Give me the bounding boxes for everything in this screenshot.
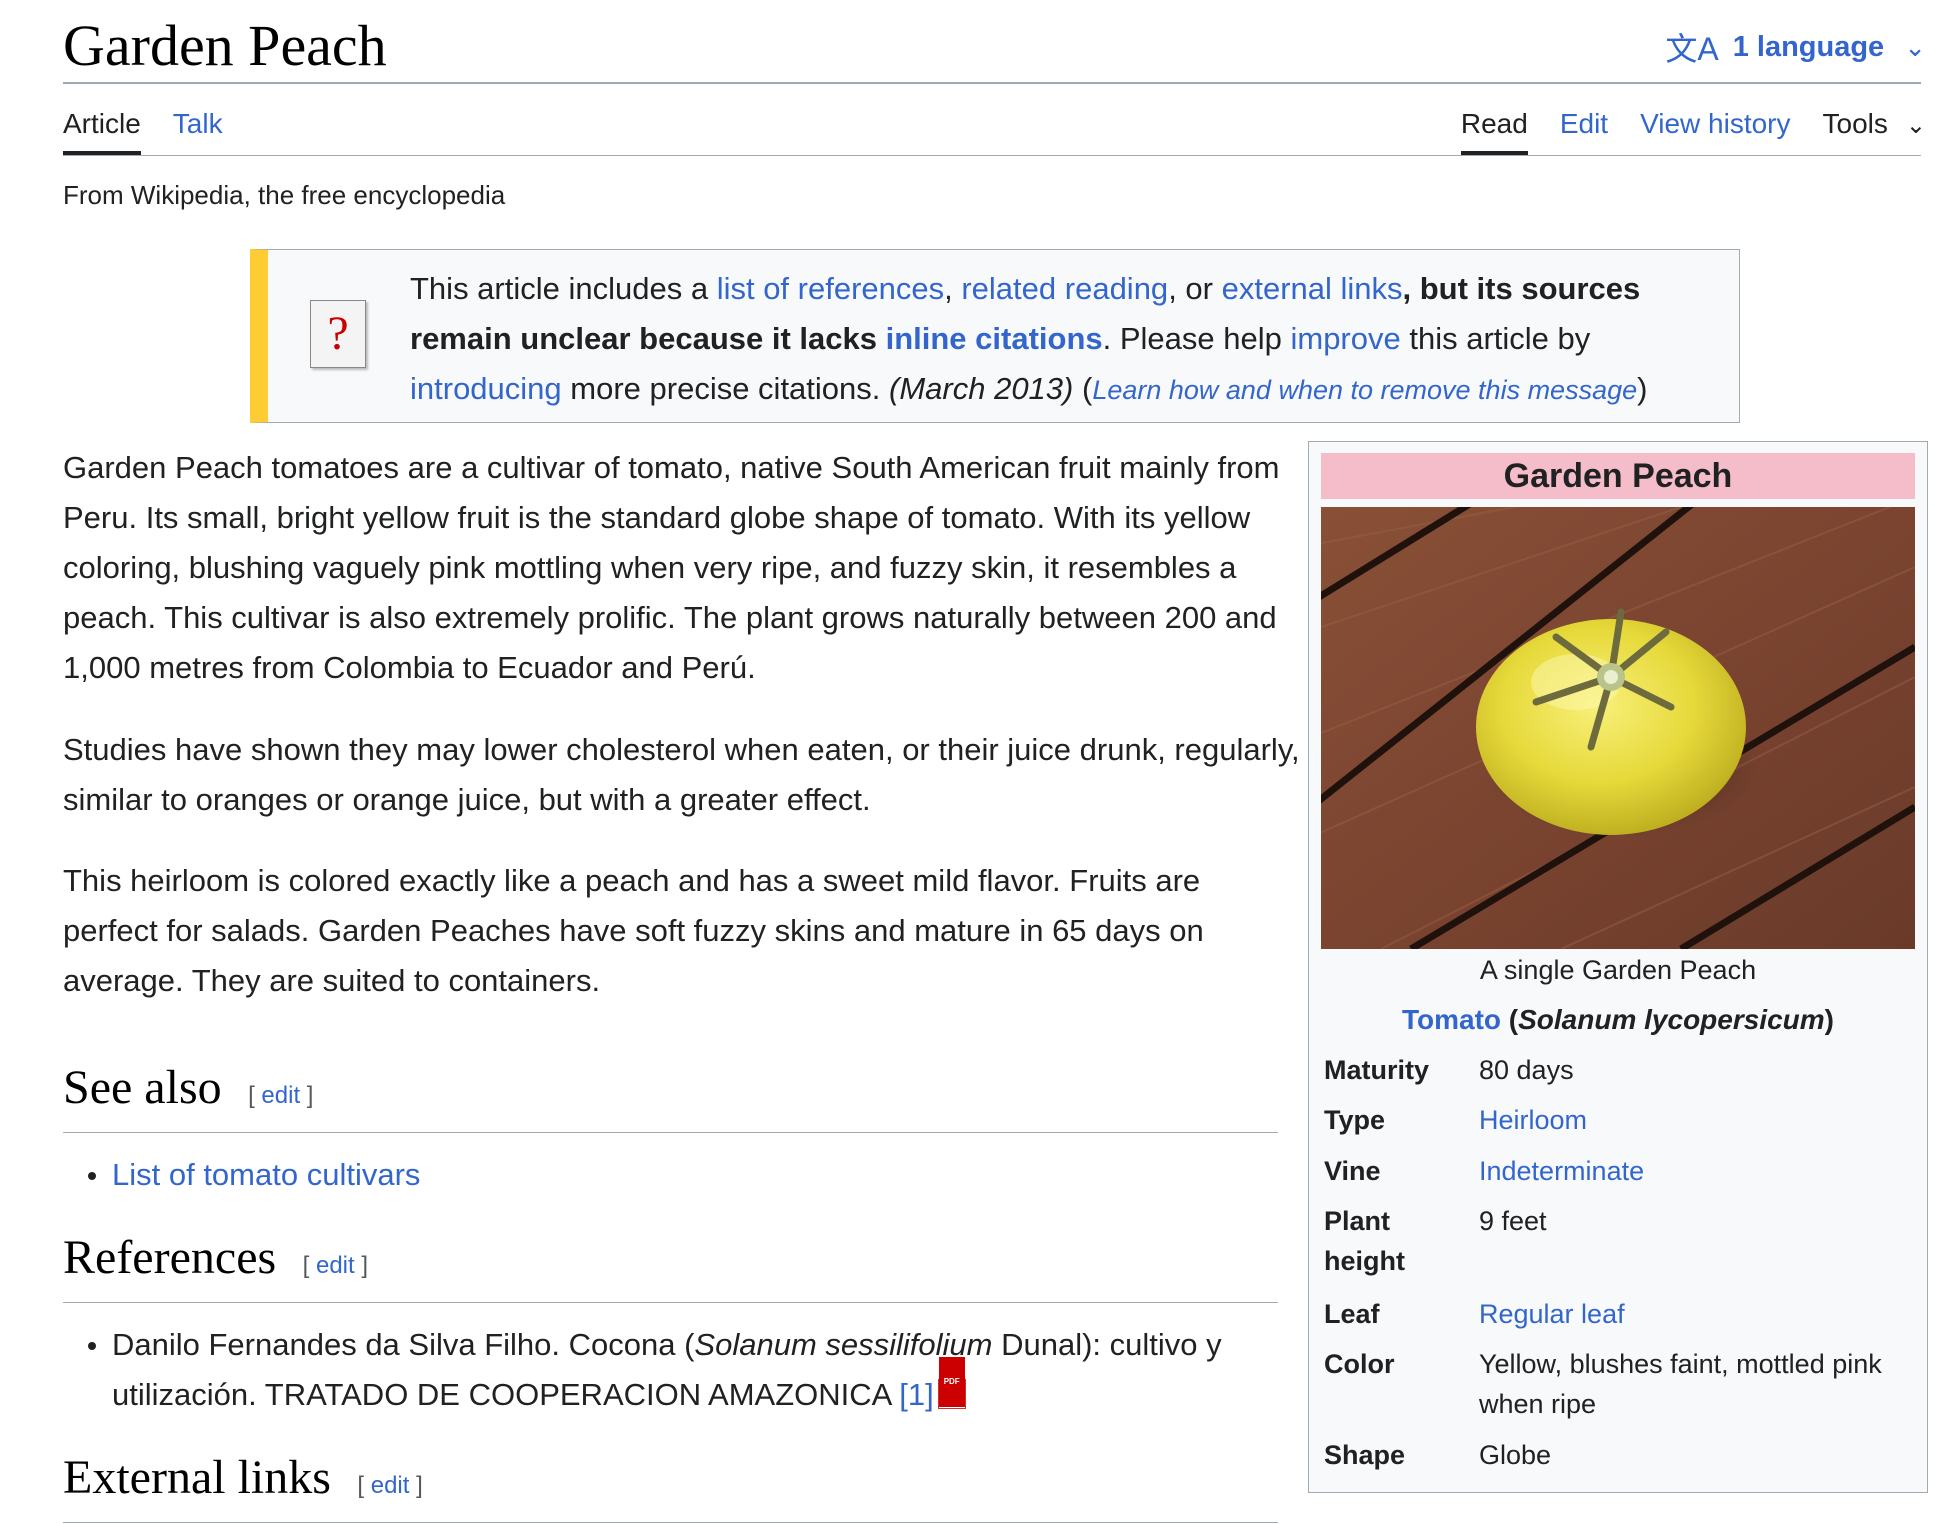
body-paragraph: This heirloom is colored exactly like a … [63, 863, 1204, 998]
section-heading-external-links: External links [ edit ] [63, 1450, 1278, 1523]
regular-leaf-link[interactable]: Regular leaf [1479, 1299, 1625, 1329]
notice-text-fragment: This article includes a [410, 271, 717, 306]
infobox-value: Yellow, blushes faint, mottled pink when… [1479, 1349, 1882, 1419]
edit-section-see-also: [ edit ] [248, 1082, 314, 1109]
image-caption: A single Garden Peach [1479, 955, 1757, 985]
notice-text-fragment: more precise citations. [561, 371, 890, 406]
notice-text-fragment: . Please help [1102, 321, 1291, 356]
namespace-tabs: Article Talk [63, 104, 255, 155]
infobox-row-type: Type Heirloom [1324, 1100, 1914, 1140]
species-text: ) [1824, 1004, 1834, 1035]
infobox: Garden Peach A single Garden Peach Tomat… [1308, 441, 1928, 1493]
list-of-references-link[interactable]: list of references [717, 271, 944, 306]
species-name: Solanum lycopersicum [1518, 1004, 1825, 1035]
remove-message-link[interactable]: Learn how and when to remove this messag… [1092, 375, 1637, 405]
infobox-key: Plant height [1324, 1206, 1405, 1276]
indeterminate-link[interactable]: Indeterminate [1479, 1156, 1644, 1186]
language-label: 1 language [1732, 30, 1885, 63]
title-divider [63, 82, 1921, 84]
species-text: ( [1501, 1004, 1519, 1035]
notice-date: (March 2013) [889, 371, 1074, 406]
garden-peach-photo[interactable] [1321, 507, 1915, 949]
section-title: References [63, 1231, 277, 1284]
infobox-row-vine: Vine Indeterminate [1324, 1151, 1914, 1191]
edit-section-external-links: [ edit ] [357, 1472, 423, 1499]
inline-citations-link[interactable]: inline citations [886, 321, 1103, 356]
improve-link[interactable]: improve [1290, 321, 1400, 356]
tomato-image [1321, 507, 1915, 949]
species-line: Tomato (Solanum lycopersicum) [1309, 1000, 1927, 1040]
edit-section-link[interactable]: edit [316, 1252, 355, 1279]
tools-label: Tools [1822, 108, 1888, 139]
notice-text-fragment: this article by [1400, 321, 1591, 356]
infobox-row-plant-height: Plant height 9 feet [1324, 1201, 1914, 1281]
infobox-row-color: Color Yellow, blushes faint, mottled pin… [1324, 1344, 1914, 1424]
introducing-link[interactable]: introducing [410, 371, 562, 406]
list-item: List of tomato cultivars [88, 1150, 1280, 1200]
edit-section-references: [ edit ] [302, 1252, 369, 1279]
infobox-row-maturity: Maturity 80 days [1324, 1050, 1914, 1090]
translate-icon: 文A [1665, 31, 1719, 67]
tools-menu[interactable]: Tools ⌄ [1823, 104, 1926, 154]
intro-paragraph: Garden Peach tomatoes are a cultivar of … [63, 450, 1280, 685]
infobox-value: 80 days [1479, 1055, 1574, 1085]
page-title: Garden Peach [63, 13, 387, 78]
list-item: Danilo Fernandes da Silva Filho. Cocona … [88, 1320, 1280, 1420]
infobox-key: Shape [1324, 1440, 1406, 1470]
tomato-link[interactable]: Tomato [1402, 1004, 1501, 1035]
tab-talk[interactable]: Talk [173, 104, 223, 154]
notice-text-fragment: , [944, 271, 962, 306]
infobox-key: Color [1324, 1349, 1395, 1379]
infobox-value: 9 feet [1479, 1206, 1547, 1236]
view-tabs: Read Edit View history Tools ⌄ [1460, 104, 1926, 155]
infobox-key: Maturity [1324, 1055, 1430, 1085]
external-links-link[interactable]: external links [1222, 271, 1403, 306]
edit-section-link[interactable]: edit [371, 1472, 410, 1499]
tabs-divider [63, 155, 1921, 156]
notice-text-fragment: ) [1637, 371, 1648, 406]
language-selector[interactable]: 文A 1 language ⌄ [1665, 24, 1926, 70]
heading-divider [63, 1522, 1278, 1523]
tab-view-history[interactable]: View history [1640, 104, 1790, 154]
notice-text: This article includes a list of referenc… [410, 264, 1740, 415]
heirloom-link[interactable]: Heirloom [1479, 1105, 1587, 1135]
notice-text-fragment: , or [1168, 271, 1222, 306]
tab-edit[interactable]: Edit [1560, 104, 1608, 154]
pdf-icon [937, 1357, 966, 1409]
tab-read[interactable]: Read [1460, 104, 1528, 155]
infobox-value: Globe [1479, 1440, 1552, 1470]
references-list: Danilo Fernandes da Silva Filho. Cocona … [88, 1320, 1280, 1420]
section-title: External links [63, 1451, 331, 1504]
infobox-title: Garden Peach [1321, 453, 1915, 499]
infobox-row-shape: Shape Globe [1324, 1435, 1914, 1475]
chevron-down-icon: ⌄ [1905, 112, 1926, 139]
notice-text-fragment: ( [1073, 371, 1093, 406]
heading-divider [63, 1302, 1278, 1303]
see-also-list: List of tomato cultivars [88, 1150, 1280, 1200]
infobox-key: Vine [1324, 1156, 1381, 1186]
infobox-key: Type [1324, 1105, 1386, 1135]
site-tagline: From Wikipedia, the free encyclopedia [63, 180, 506, 210]
infobox-key: Leaf [1324, 1299, 1380, 1329]
reference-external-link[interactable]: [1] [899, 1377, 933, 1412]
section-heading-see-also: See also [ edit ] [63, 1060, 1278, 1133]
edit-section-link[interactable]: edit [261, 1082, 300, 1109]
section-title: See also [63, 1061, 222, 1114]
question-document-icon: ? [310, 300, 366, 368]
list-of-tomato-cultivars-link[interactable]: List of tomato cultivars [112, 1157, 420, 1192]
reference-text: Danilo Fernandes da Silva Filho. Cocona … [112, 1327, 695, 1362]
related-reading-link[interactable]: related reading [961, 271, 1168, 306]
body-paragraph: Studies have shown they may lower choles… [63, 732, 1300, 817]
chevron-down-icon: ⌄ [1904, 31, 1926, 62]
citation-notice: ? This article includes a list of refere… [250, 249, 1740, 423]
section-heading-references: References [ edit ] [63, 1230, 1278, 1303]
heading-divider [63, 1132, 1278, 1133]
infobox-row-leaf: Leaf Regular leaf [1324, 1294, 1914, 1334]
tab-article[interactable]: Article [63, 104, 141, 155]
